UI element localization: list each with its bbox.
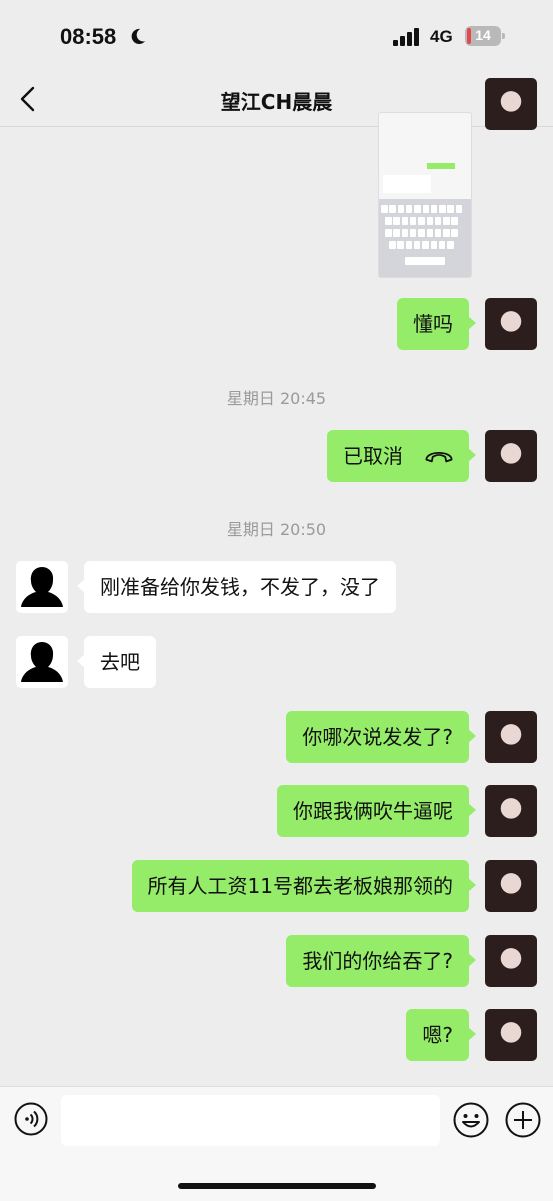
my-avatar[interactable] <box>485 711 537 763</box>
message-input[interactable] <box>61 1095 440 1146</box>
status-bar: 08:58 4G 14 <box>0 0 553 72</box>
voice-icon[interactable] <box>14 1102 48 1136</box>
input-bar <box>0 1086 553 1201</box>
home-indicator <box>178 1183 376 1189</box>
silhouette-icon <box>21 567 63 607</box>
signal-icon <box>393 28 419 46</box>
my-avatar[interactable] <box>485 430 537 482</box>
image-message-thumbnail[interactable] <box>378 112 472 278</box>
contact-avatar[interactable] <box>16 561 68 613</box>
call-message-bubble[interactable]: 已取消 <box>327 430 476 482</box>
my-avatar[interactable] <box>485 298 537 350</box>
my-avatar[interactable] <box>485 1009 537 1061</box>
moon-icon <box>131 28 146 45</box>
message-bubble-out[interactable]: 你跟我俩吹牛逼呢 <box>277 785 476 837</box>
network-type: 4G <box>430 27 453 46</box>
message-bubble-out[interactable]: 我们的你给吞了? <box>286 935 476 987</box>
message-bubble-in[interactable]: 刚准备给你发钱，不发了，没了 <box>77 561 396 613</box>
message-bubble-out[interactable]: 所有人工资11号都去老板娘那领的 <box>131 860 477 912</box>
phone-hangup-icon <box>425 451 453 463</box>
plus-icon[interactable] <box>505 1102 541 1138</box>
chat-title: 望江CH晨晨 <box>220 90 333 114</box>
contact-avatar[interactable] <box>16 636 68 688</box>
timestamp: 星期日 20:50 <box>226 520 327 539</box>
battery-indicator: 14 <box>465 26 505 46</box>
timestamp: 星期日 20:45 <box>226 389 327 408</box>
message-bubble-out[interactable]: 嗯? <box>406 1009 476 1061</box>
message-bubble-in[interactable]: 去吧 <box>77 636 156 688</box>
message-bubble-out[interactable]: 懂吗 <box>397 298 476 350</box>
my-avatar[interactable] <box>485 78 537 130</box>
status-time: 08:58 <box>60 24 117 49</box>
message-bubble-out[interactable]: 你哪次说发发了? <box>286 711 476 763</box>
silhouette-icon <box>21 642 63 682</box>
call-status-text: 已取消 <box>343 444 403 468</box>
battery-level: 14 <box>475 27 491 43</box>
my-avatar[interactable] <box>485 935 537 987</box>
my-avatar[interactable] <box>485 785 537 837</box>
my-avatar[interactable] <box>485 860 537 912</box>
emoji-icon[interactable] <box>453 1102 489 1138</box>
